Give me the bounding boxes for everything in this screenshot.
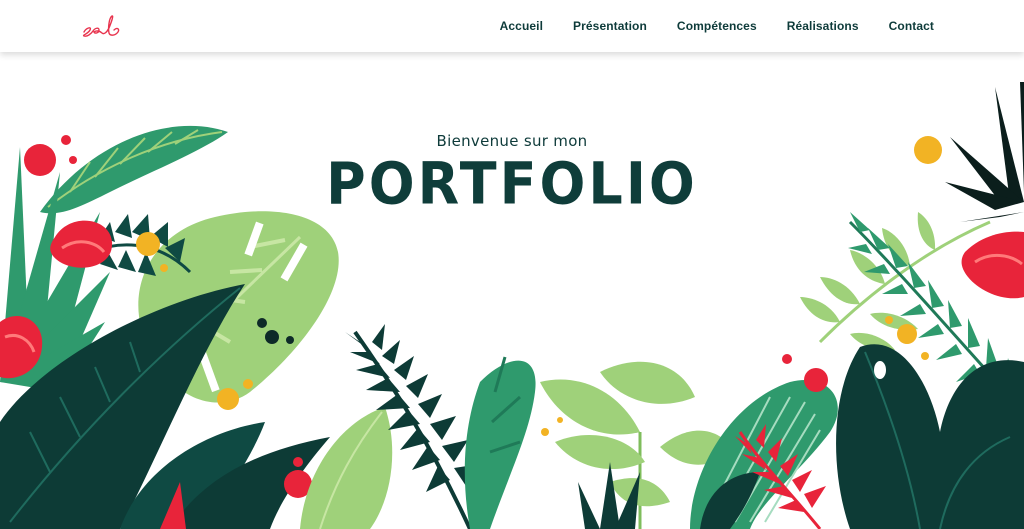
flower-red-left bbox=[50, 220, 113, 268]
leaf-light-center-left bbox=[300, 407, 393, 529]
hero-title: PORTFOLIO bbox=[326, 149, 698, 218]
leaf-dark-bottom-right bbox=[836, 344, 1024, 529]
berry-yellow-1 bbox=[136, 232, 160, 256]
hero-heading: Bienvenue sur mon PORTFOLIO bbox=[300, 132, 724, 218]
nav-link-realisations[interactable]: Réalisations bbox=[787, 19, 859, 33]
berry-yellow-6 bbox=[557, 417, 563, 423]
berry-yellow-8 bbox=[897, 324, 917, 344]
berry-red-2 bbox=[61, 135, 71, 145]
berry-yellow-2 bbox=[160, 264, 168, 272]
site-header: seb Accueil Présentation Compétences Réa… bbox=[0, 0, 1024, 52]
berry-yellow-7 bbox=[914, 136, 942, 164]
leaf-black-spikes-right bbox=[945, 82, 1024, 222]
berry-red-3 bbox=[69, 156, 77, 164]
berry-red-1 bbox=[24, 144, 56, 176]
nav-link-presentation[interactable]: Présentation bbox=[573, 19, 647, 33]
nav-link-competences[interactable]: Compétences bbox=[677, 19, 757, 33]
seb-logo-icon bbox=[82, 15, 120, 37]
leaf-teal-center bbox=[464, 356, 536, 529]
page: seb Accueil Présentation Compétences Réa… bbox=[0, 0, 1024, 529]
berry-red-5 bbox=[293, 457, 303, 467]
flower-red-right bbox=[961, 231, 1024, 299]
hero-subtitle: Bienvenue sur mon bbox=[436, 132, 588, 150]
berry-yellow-4 bbox=[243, 379, 253, 389]
leaf-light-feather-right bbox=[800, 212, 991, 351]
berry-yellow-10 bbox=[921, 352, 929, 360]
nav-link-contact[interactable]: Contact bbox=[889, 19, 934, 33]
nav-link-accueil[interactable]: Accueil bbox=[500, 19, 543, 33]
logo[interactable]: seb bbox=[80, 10, 128, 42]
hero-section: Bienvenue sur mon PORTFOLIO bbox=[0, 52, 1024, 529]
berry-yellow-9 bbox=[885, 316, 893, 324]
berry-yellow-3 bbox=[217, 388, 239, 410]
berry-red-7 bbox=[782, 354, 792, 364]
jungle-illustration bbox=[0, 82, 1024, 529]
berry-yellow-5 bbox=[541, 428, 549, 436]
main-nav: Accueil Présentation Compétences Réalisa… bbox=[500, 0, 934, 52]
berry-red-6 bbox=[804, 368, 828, 392]
